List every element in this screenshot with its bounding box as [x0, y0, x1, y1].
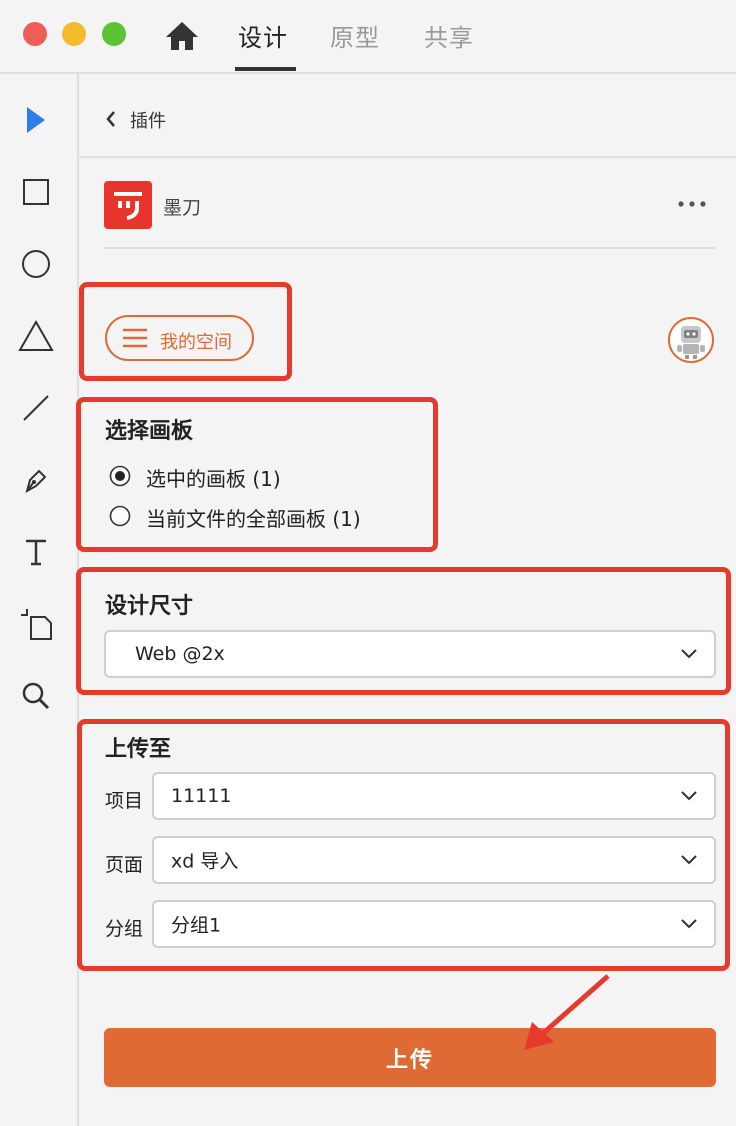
ellipse-icon: [22, 250, 50, 278]
triangle-tool[interactable]: [16, 316, 56, 356]
triangle-icon: [18, 320, 54, 351]
avatar[interactable]: [668, 317, 714, 363]
annotation-arrow-icon: [524, 974, 610, 1050]
zoom-tool[interactable]: [16, 676, 56, 716]
robot-avatar-icon: [677, 326, 705, 359]
zoom-window-button[interactable]: [102, 22, 126, 46]
home-icon[interactable]: [164, 20, 200, 52]
back-label: 插件: [130, 111, 166, 132]
artboard-tool[interactable]: [16, 604, 56, 644]
close-window-button[interactable]: [23, 22, 47, 46]
zoom-icon: [22, 682, 50, 710]
tools-sidebar: [0, 74, 79, 1126]
divider: [79, 156, 736, 158]
divider: [104, 247, 716, 249]
text-tool[interactable]: [16, 532, 56, 572]
plugin-logo: [104, 181, 152, 229]
plugin-name: 墨刀: [163, 197, 202, 219]
text-icon: [26, 539, 46, 566]
line-icon: [23, 395, 49, 421]
annotation-box: [79, 282, 292, 381]
more-options-button[interactable]: [675, 192, 709, 216]
rectangle-tool[interactable]: [16, 172, 56, 212]
modao-logo-icon: [114, 192, 142, 220]
back-button[interactable]: 插件: [105, 107, 185, 133]
tab-design[interactable]: 设计: [238, 18, 288, 53]
artboard-icon: [21, 609, 52, 640]
annotation-box: [77, 719, 730, 971]
chevron-left-icon: [106, 111, 115, 127]
annotation-box: [76, 397, 438, 552]
upload-button-label: 上传: [385, 1047, 434, 1073]
tab-prototype[interactable]: 原型: [330, 18, 380, 53]
rectangle-icon: [23, 179, 49, 205]
title-bar: 设计 原型 共享: [0, 0, 736, 74]
more-horizontal-icon: [678, 201, 706, 207]
line-tool[interactable]: [16, 388, 56, 428]
upload-button[interactable]: 上传: [104, 1028, 716, 1087]
pen-icon: [25, 469, 47, 494]
select-arrow-icon: [27, 107, 45, 133]
ellipse-tool[interactable]: [16, 244, 56, 284]
tab-share[interactable]: 共享: [424, 18, 474, 53]
select-tool[interactable]: [16, 100, 56, 140]
pen-tool[interactable]: [16, 460, 56, 500]
active-tab-indicator: [235, 67, 296, 71]
minimize-window-button[interactable]: [62, 22, 86, 46]
annotation-box: [76, 567, 731, 695]
